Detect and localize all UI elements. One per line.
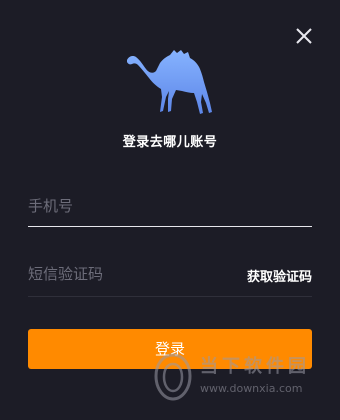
page-title: 登录去哪儿账号 bbox=[122, 135, 218, 150]
camel-logo-icon bbox=[127, 50, 212, 114]
phone-input[interactable] bbox=[28, 186, 312, 226]
get-code-button[interactable]: 获取验证码 bbox=[247, 252, 312, 296]
login-dialog: 登录去哪儿账号 获取验证码 登录 当下软件园 www.downxia.com bbox=[0, 0, 340, 420]
sms-code-field: 获取验证码 bbox=[28, 252, 312, 297]
close-button[interactable] bbox=[292, 24, 316, 48]
close-icon bbox=[296, 28, 312, 44]
watermark-url: www.downxia.com bbox=[200, 382, 303, 395]
sms-code-input[interactable] bbox=[28, 252, 228, 296]
watermark-name: 当下软件园 bbox=[200, 356, 310, 377]
phone-field bbox=[28, 186, 312, 227]
watermark: 当下软件园 www.downxia.com bbox=[152, 350, 322, 406]
watermark-logo-icon bbox=[154, 353, 192, 401]
